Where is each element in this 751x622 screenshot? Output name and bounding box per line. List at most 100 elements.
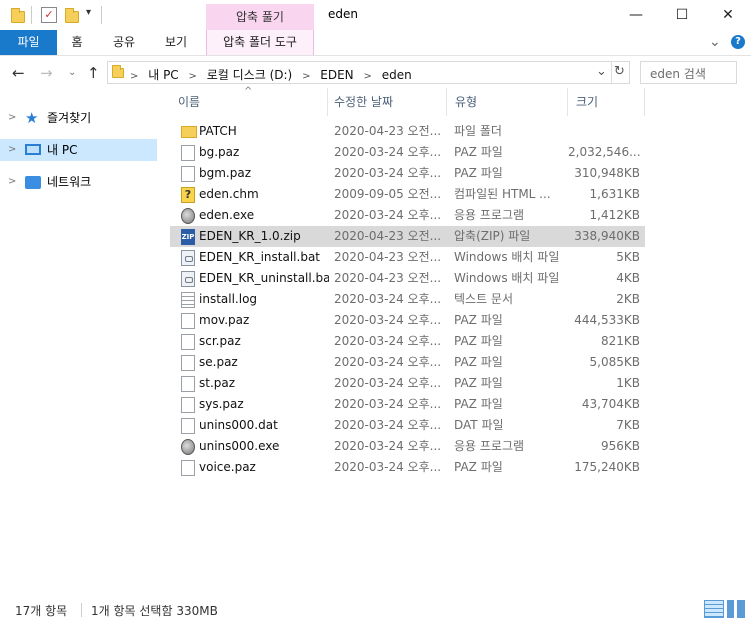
context-tab-header: 압축 풀기 — [206, 4, 314, 32]
minimize-button[interactable]: — — [613, 0, 659, 30]
help-icon[interactable]: ? — [731, 35, 745, 49]
file-type: DAT 파일 — [454, 418, 504, 432]
file-size: 956KB — [600, 439, 640, 453]
expand-chevron-icon[interactable]: > — [8, 171, 16, 193]
selection-info: 1개 항목 선택함 330MB — [91, 604, 218, 618]
file-size: 1KB — [616, 376, 640, 390]
nav-item-label: 내 PC — [47, 143, 78, 157]
new-folder-icon[interactable] — [64, 7, 80, 23]
text-file-icon — [181, 292, 195, 308]
recent-locations-icon[interactable]: ⌄ — [68, 67, 76, 78]
breadcrumb-separator: > — [130, 71, 139, 82]
ribbon-collapse-icon[interactable]: ⌄ — [709, 34, 721, 50]
file-date-modified: 2020-03-24 오후... — [334, 460, 442, 474]
column-header-type[interactable]: 유형 — [447, 88, 568, 116]
file-date-modified: 2020-03-24 오후... — [334, 166, 442, 180]
file-name: voice.paz — [199, 460, 256, 474]
file-name: EDEN_KR_install.bat — [199, 250, 320, 264]
file-row[interactable]: install.log 2020-03-24 오후... 텍스트 문서 2KB — [170, 289, 645, 310]
file-row[interactable]: eden.exe 2020-03-24 오후... 응용 프로그램 1,412KB — [170, 205, 645, 226]
up-arrow-icon[interactable]: ↑ — [87, 64, 100, 82]
breadcrumb-separator: > — [188, 71, 197, 82]
file-type: PAZ 파일 — [454, 334, 503, 348]
file-type: 압축(ZIP) 파일 — [454, 229, 531, 243]
expand-chevron-icon[interactable]: > — [8, 107, 16, 129]
maximize-button[interactable]: ☐ — [659, 0, 705, 30]
forward-arrow-icon[interactable]: → — [40, 64, 53, 82]
column-header-date[interactable]: 수정한 날짜 — [326, 88, 447, 116]
breadcrumb-eden[interactable]: eden — [382, 68, 412, 82]
file-size: 4KB — [616, 271, 640, 285]
file-name: st.paz — [199, 376, 236, 390]
network-icon — [25, 176, 41, 189]
file-row[interactable]: mov.paz 2020-03-24 오후... PAZ 파일 444,533KB — [170, 310, 645, 331]
file-icon — [181, 460, 195, 476]
properties-icon[interactable]: ✓ — [41, 7, 57, 23]
large-icons-view-icon[interactable] — [727, 600, 745, 618]
file-type: PAZ 파일 — [454, 355, 503, 369]
file-date-modified: 2009-09-05 오전... — [334, 187, 442, 201]
file-type: PAZ 파일 — [454, 166, 503, 180]
tab-home[interactable]: 홈 — [62, 30, 92, 55]
navigation-pane: > ★ 즐겨찾기 > 내 PC > 네트워크 — [0, 96, 158, 586]
file-name: scr.paz — [199, 334, 241, 348]
file-row[interactable]: voice.paz 2020-03-24 오후... PAZ 파일 175,240KB — [170, 457, 645, 478]
folder-icon — [10, 7, 26, 23]
star-icon: ★ — [25, 109, 39, 127]
tab-view[interactable]: 보기 — [158, 30, 194, 55]
file-row[interactable]: sys.paz 2020-03-24 오후... PAZ 파일 43,704KB — [170, 394, 645, 415]
file-icon — [181, 355, 195, 371]
address-bar[interactable]: > 내 PC > 로컬 디스크 (D:) > EDEN > eden ⌄ ↻ — [107, 61, 630, 84]
search-input[interactable]: eden 검색 — [640, 61, 737, 84]
batch-icon — [181, 250, 195, 266]
file-row[interactable]: PATCH 2020-04-23 오전... 파일 폴더 — [170, 121, 645, 142]
file-type: PAZ 파일 — [454, 145, 503, 159]
divider — [31, 6, 32, 24]
column-header-row: ^ 이름 수정한 날짜 유형 크기 — [170, 86, 645, 116]
file-row[interactable]: EDEN_KR_install.bat 2020-04-23 오전... Windo… — [170, 247, 645, 268]
breadcrumb-eden-upper[interactable]: EDEN — [320, 68, 353, 82]
file-size: 821KB — [600, 334, 640, 348]
file-row[interactable]: bgm.paz 2020-03-24 오후... PAZ 파일 310,948KB — [170, 163, 645, 184]
file-date-modified: 2020-03-24 오후... — [334, 334, 442, 348]
file-row[interactable]: unins000.dat 2020-03-24 오후... DAT 파일 7KB — [170, 415, 645, 436]
file-name: unins000.exe — [199, 439, 280, 453]
file-row[interactable]: unins000.exe 2020-03-24 오후... 응용 프로그램 956KB — [170, 436, 645, 457]
file-date-modified: 2020-04-23 오전... — [334, 124, 442, 138]
nav-item-quick-access[interactable]: > ★ 즐겨찾기 — [0, 107, 157, 129]
nav-item-this-pc[interactable]: > 내 PC — [0, 139, 157, 161]
file-row[interactable]: ZIP EDEN_KR_1.0.zip 2020-04-23 오전... 압축(ZIP… — [170, 226, 645, 247]
nav-item-network[interactable]: > 네트워크 — [0, 171, 157, 193]
refresh-icon[interactable]: ↻ — [614, 64, 625, 79]
file-row[interactable]: ? eden.chm 2009-09-05 오전... 컴파일된 HTML ... 1,… — [170, 184, 645, 205]
file-size: 5,085KB — [589, 355, 640, 369]
back-arrow-icon[interactable]: ← — [12, 64, 25, 82]
file-size: 7KB — [616, 418, 640, 432]
breadcrumb-this-pc[interactable]: 내 PC — [148, 68, 178, 82]
file-row[interactable]: EDEN_KR_uninstall.bat 2020-04-23 오전... Win… — [170, 268, 645, 289]
file-date-modified: 2020-03-24 오후... — [334, 292, 442, 306]
file-row[interactable]: bg.paz 2020-03-24 오후... PAZ 파일 2,032,546... — [170, 142, 645, 163]
file-date-modified: 2020-03-24 오후... — [334, 313, 442, 327]
file-row[interactable]: scr.paz 2020-03-24 오후... PAZ 파일 821KB — [170, 331, 645, 352]
breadcrumb-local-disk[interactable]: 로컬 디스크 (D:) — [207, 68, 292, 82]
file-name: EDEN_KR_uninstall.bat — [199, 271, 329, 285]
breadcrumb: > 내 PC > 로컬 디스크 (D:) > EDEN > eden — [130, 66, 418, 83]
item-count: 17개 항목 — [15, 604, 68, 618]
expand-chevron-icon[interactable]: > — [8, 139, 16, 161]
file-row[interactable]: se.paz 2020-03-24 오후... PAZ 파일 5,085KB — [170, 352, 645, 373]
address-dropdown-icon[interactable]: ⌄ — [596, 64, 607, 79]
tab-file[interactable]: 파일 — [0, 30, 57, 55]
customize-toolbar-icon[interactable]: ▾ — [86, 7, 91, 18]
column-header-size[interactable]: 크기 — [568, 88, 645, 116]
file-size: 5KB — [616, 250, 640, 264]
file-name: eden.chm — [199, 187, 259, 201]
file-row[interactable]: st.paz 2020-03-24 오후... PAZ 파일 1KB — [170, 373, 645, 394]
tab-compressed-folder-tools[interactable]: 압축 폴더 도구 — [206, 30, 314, 55]
file-date-modified: 2020-04-23 오전... — [334, 250, 442, 264]
tab-share[interactable]: 공유 — [106, 30, 142, 55]
column-header-name[interactable]: 이름 — [170, 88, 328, 116]
details-view-icon[interactable] — [704, 600, 724, 618]
close-button[interactable]: ✕ — [705, 0, 751, 30]
file-size: 444,533KB — [574, 313, 640, 327]
